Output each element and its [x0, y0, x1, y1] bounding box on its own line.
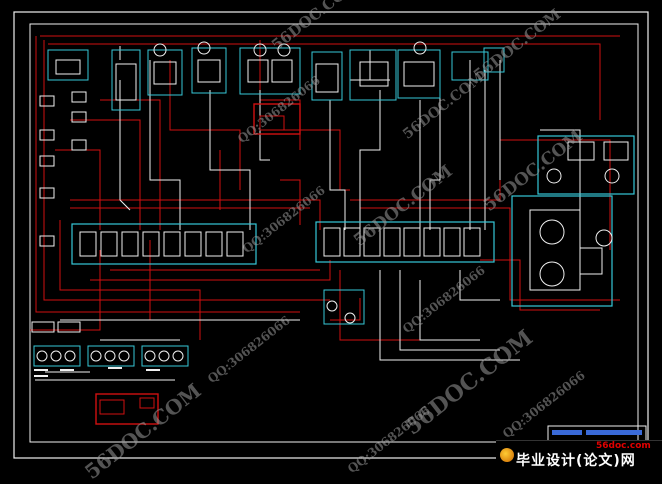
manifold-section: [205, 231, 223, 257]
return-line: [149, 60, 181, 230]
filter-element: [139, 397, 155, 409]
gauge-icon: [104, 350, 116, 362]
pump-icon: [604, 168, 620, 184]
gauge-icon: [344, 312, 356, 324]
sensor-group: [33, 345, 81, 367]
gauge-icon: [326, 300, 338, 312]
valve-element: [359, 61, 389, 87]
valve-block: [191, 47, 227, 94]
valve-element: [403, 61, 435, 87]
manifold-section: [79, 231, 97, 257]
valve-small: [39, 155, 55, 167]
return-line: [419, 280, 480, 341]
hydraulic-pressure-line: [55, 149, 101, 230]
filter-element: [99, 399, 125, 415]
manifold-section: [163, 231, 181, 257]
valve-block: [47, 49, 89, 81]
drawing-inner-frame: [29, 23, 639, 443]
manifold-section: [323, 227, 341, 257]
valve-element: [579, 247, 603, 275]
accumulator-box: [323, 289, 365, 325]
valve-element: [197, 59, 221, 83]
valve-small: [39, 187, 55, 199]
sensor-group: [141, 345, 189, 367]
pump-housing: [529, 209, 581, 291]
hydraulic-pressure-line: [70, 119, 141, 230]
manifold-section: [363, 227, 381, 257]
pump-icon: [539, 219, 565, 245]
hydraulic-pressure-line: [480, 259, 600, 311]
site-logo-icon: [500, 448, 514, 462]
hydraulic-schematic: [13, 11, 649, 459]
gauge-icon: [158, 350, 170, 362]
hydraulic-pressure-line: [70, 199, 321, 230]
hydraulic-pressure-line: [280, 129, 350, 191]
return-line: [209, 90, 251, 230]
gauge-icon: [144, 350, 156, 362]
manifold-section: [184, 231, 202, 257]
gauge-icon: [64, 350, 76, 362]
manifold-section: [443, 227, 461, 257]
gauge-icon: [50, 350, 62, 362]
return-line: [329, 100, 346, 230]
gauge-icon: [172, 350, 184, 362]
valve-small: [39, 129, 55, 141]
valve-element: [115, 63, 137, 101]
manifold-section: [343, 227, 361, 257]
return-line: [399, 270, 500, 351]
title-block-fill: [586, 430, 642, 435]
manifold-section: [226, 231, 244, 257]
valve-block: [349, 49, 397, 101]
valve-group: [537, 135, 635, 195]
valve-element: [603, 141, 629, 161]
return-line: [379, 270, 520, 361]
valve-small: [71, 139, 87, 151]
manifold-section: [383, 227, 401, 257]
valve-element: [315, 63, 339, 93]
valve-block: [239, 47, 301, 95]
hydraulic-pressure-line: [48, 43, 601, 120]
gauge-icon: [118, 350, 130, 362]
valve-element: [247, 59, 269, 83]
pump-icon: [539, 261, 565, 287]
valve-element: [271, 59, 293, 83]
valve-element: [55, 59, 81, 75]
manifold-section: [423, 227, 441, 257]
hydraulic-pressure-line: [280, 179, 301, 225]
valve-small: [39, 235, 55, 247]
manifold-section: [142, 231, 160, 257]
drawing-frame: [13, 11, 649, 459]
sensor-group: [87, 345, 135, 367]
valve-small: [71, 91, 87, 103]
valve-small: [39, 95, 55, 107]
title-block-fill: [552, 430, 582, 435]
valve-element: [153, 61, 177, 85]
pump-icon: [546, 168, 562, 184]
manifold-section: [463, 227, 481, 257]
relief-valve-element: [259, 115, 285, 131]
valve-block: [147, 49, 183, 96]
gauge-icon: [90, 350, 102, 362]
pump-icon: [277, 43, 291, 57]
manifold-section: [121, 231, 139, 257]
valve-element: [567, 141, 595, 161]
gauge-icon: [36, 350, 48, 362]
hydraulic-pressure-line: [43, 40, 330, 301]
manifold-section: [100, 231, 118, 257]
site-name: 毕业设计(论文)网: [516, 453, 636, 469]
return-line: [459, 270, 500, 301]
return-line: [359, 90, 381, 230]
manifold-section: [403, 227, 421, 257]
